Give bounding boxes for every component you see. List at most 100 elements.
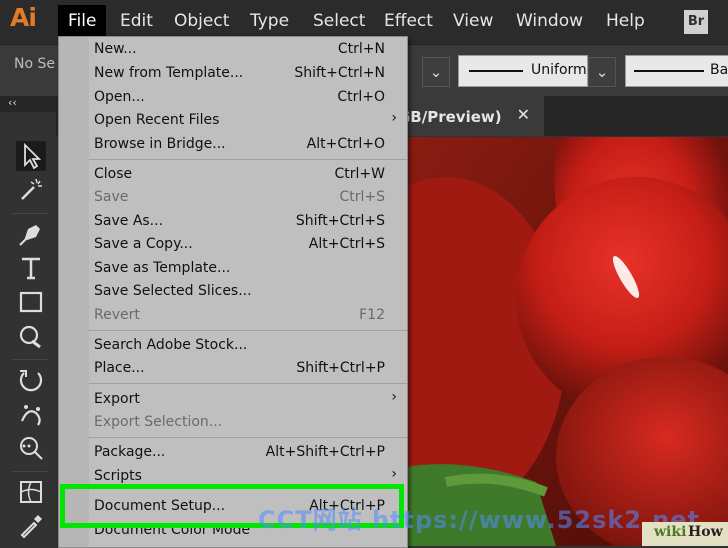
menu-item-shortcut: Shift+Ctrl+N	[294, 65, 385, 81]
arrow-cursor-icon	[24, 142, 42, 170]
menu-item-export[interactable]: Export ›	[59, 389, 407, 412]
shaper-icon	[19, 325, 41, 349]
puppet-warp-icon	[20, 405, 41, 426]
menu-item-new[interactable]: New... Ctrl+N	[59, 39, 407, 62]
menu-item-shortcut: Ctrl+O	[337, 89, 385, 105]
free-transform-icon	[20, 437, 43, 460]
mesh-tool[interactable]	[16, 477, 46, 507]
submenu-arrow-icon: ›	[391, 466, 397, 482]
brush-field[interactable]: Ba	[625, 55, 728, 87]
menu-item-save[interactable]: Save Ctrl+S	[59, 187, 407, 210]
menu-item-shortcut: Alt+Shift+Ctrl+P	[265, 444, 385, 460]
pen-tool[interactable]	[16, 219, 46, 249]
menu-item-shortcut: Ctrl+S	[339, 189, 385, 205]
menu-item-open-recent[interactable]: Open Recent Files ›	[59, 110, 407, 133]
type-tool[interactable]	[16, 253, 46, 283]
mesh-icon	[20, 481, 42, 503]
menu-item-package[interactable]: Package... Alt+Shift+Ctrl+P	[59, 442, 407, 465]
artboard-canvas[interactable]	[406, 137, 728, 546]
menu-edit[interactable]: Edit	[120, 11, 153, 31]
menu-item-label: New from Template...	[94, 65, 244, 81]
menu-item-shortcut: F12	[359, 307, 385, 323]
menu-object[interactable]: Object	[174, 11, 229, 31]
bridge-button[interactable]: Br	[684, 10, 708, 34]
menu-item-label: Scripts	[94, 468, 142, 484]
menu-item-label: Save as Template...	[94, 260, 231, 276]
menu-item-close[interactable]: Close Ctrl+W	[59, 164, 407, 187]
menu-separator	[89, 159, 407, 160]
menu-type[interactable]: Type	[250, 11, 289, 31]
menu-file[interactable]: File	[58, 5, 107, 37]
menu-item-label: Open Recent Files	[94, 112, 220, 128]
menu-item-search-adobe-stock[interactable]: Search Adobe Stock...	[59, 335, 407, 358]
menu-item-shortcut: Ctrl+N	[337, 41, 385, 57]
menu-help[interactable]: Help	[606, 11, 645, 31]
menu-item-label: Save a Copy...	[94, 236, 193, 252]
shaper-tool[interactable]	[16, 321, 46, 351]
magic-wand-tool[interactable]	[16, 175, 46, 205]
type-icon	[22, 257, 40, 280]
menu-item-browse-in-bridge[interactable]: Browse in Bridge... Alt+Ctrl+O	[59, 134, 407, 157]
menu-effect[interactable]: Effect	[384, 11, 433, 31]
menu-item-revert[interactable]: Revert F12	[59, 305, 407, 328]
menu-item-shortcut: Shift+Ctrl+S	[295, 213, 385, 229]
menu-item-export-selection[interactable]: Export Selection...	[59, 412, 407, 435]
menu-item-shortcut: Shift+Ctrl+P	[296, 360, 385, 376]
selection-tool[interactable]	[16, 141, 46, 171]
menu-item-label: Place...	[94, 360, 145, 376]
wikihow-how-text: How	[688, 524, 723, 540]
watermark-text: CCT网站 https://www.52sk2.net	[258, 506, 700, 534]
menu-item-open[interactable]: Open... Ctrl+O	[59, 87, 407, 110]
rectangle-tool[interactable]	[16, 287, 46, 317]
menu-item-save-as-template[interactable]: Save as Template...	[59, 258, 407, 281]
eyedropper-tool[interactable]	[16, 511, 46, 541]
rotate-icon	[19, 370, 43, 392]
pen-icon	[19, 225, 40, 246]
menu-item-label: Search Adobe Stock...	[94, 337, 248, 353]
menu-item-label: Save Selected Slices...	[94, 283, 252, 299]
chevron-down-icon: ⌄	[595, 63, 609, 81]
rectangle-icon	[19, 291, 43, 313]
submenu-arrow-icon: ›	[391, 110, 397, 126]
illustrator-logo: Ai	[10, 3, 37, 32]
menu-item-place[interactable]: Place... Shift+Ctrl+P	[59, 358, 407, 381]
selection-status: No Se	[14, 56, 55, 72]
wikihow-badge: wiki How	[642, 522, 728, 546]
tool-divider	[12, 471, 48, 472]
menu-item-label: Open...	[94, 89, 145, 105]
menu-item-label: Export Selection...	[94, 414, 223, 430]
tool-divider	[12, 213, 48, 214]
menu-select[interactable]: Select	[313, 11, 365, 31]
collapse-icon[interactable]: ‹‹	[8, 96, 17, 109]
stroke-profile-dropdown[interactable]: ⌄	[588, 57, 616, 87]
menu-item-save-a-copy[interactable]: Save a Copy... Alt+Ctrl+S	[59, 234, 407, 257]
eyedropper-icon	[20, 515, 42, 539]
menu-item-save-as[interactable]: Save As... Shift+Ctrl+S	[59, 211, 407, 234]
tool-divider	[12, 359, 48, 360]
cherry-artwork	[406, 137, 728, 546]
menu-item-save-selected-slices[interactable]: Save Selected Slices...	[59, 281, 407, 304]
menu-item-label: Revert	[94, 307, 140, 323]
menu-window[interactable]: Window	[516, 11, 583, 31]
panel-strip: ‹‹	[0, 96, 60, 112]
puppet-warp-tool[interactable]	[16, 399, 46, 429]
menu-item-label: Save As...	[94, 213, 164, 229]
tools-panel	[0, 113, 56, 546]
stroke-profile-field[interactable]: Uniform	[458, 55, 588, 87]
menu-separator	[89, 437, 407, 438]
free-transform-tool[interactable]	[16, 433, 46, 463]
menu-item-shortcut: Alt+Ctrl+O	[306, 136, 385, 152]
brush-label: Ba	[710, 62, 728, 78]
menu-item-shortcut: Ctrl+W	[334, 166, 385, 182]
brush-line-preview	[634, 70, 704, 72]
close-icon[interactable]: ✕	[517, 105, 530, 124]
magic-wand-icon	[21, 178, 42, 200]
fill-dropdown[interactable]: ⌄	[422, 57, 450, 87]
menu-item-label: Browse in Bridge...	[94, 136, 226, 152]
menu-separator	[89, 383, 407, 384]
chevron-down-icon: ⌄	[429, 63, 443, 81]
rotate-tool[interactable]	[16, 365, 46, 395]
menu-item-new-from-template[interactable]: New from Template... Shift+Ctrl+N	[59, 63, 407, 86]
menu-view[interactable]: View	[453, 11, 493, 31]
submenu-arrow-icon: ›	[391, 389, 397, 405]
